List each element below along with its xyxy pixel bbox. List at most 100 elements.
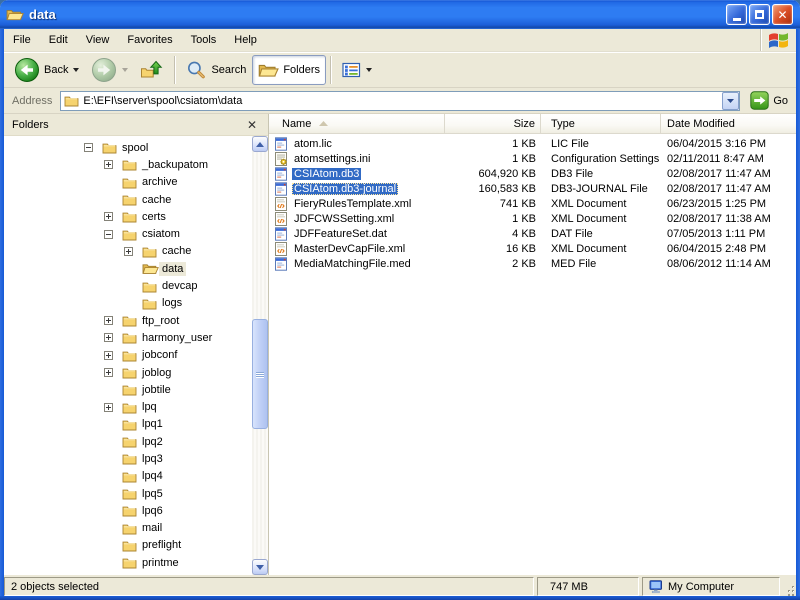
back-icon [14, 57, 40, 83]
file-row-JDFCWSSetting.xml[interactable]: JDFCWSSetting.xml1 KBXML Document02/08/2… [269, 211, 796, 226]
file-row-MasterDevCapFile.xml[interactable]: MasterDevCapFile.xml16 KBXML Document06/… [269, 241, 796, 256]
expand-icon[interactable] [124, 247, 142, 256]
menu-item-edit[interactable]: Edit [40, 31, 77, 49]
tree-item-lpq6[interactable]: lpq6 [4, 502, 252, 519]
expand-icon[interactable] [104, 333, 122, 342]
thumb-grip-icon [256, 371, 264, 378]
file-type: LIC File [541, 136, 661, 151]
tree-item-cache[interactable]: cache [4, 243, 252, 260]
address-label: Address [12, 95, 52, 107]
tree-item-printme[interactable]: printme [4, 554, 252, 571]
scrollbar-thumb[interactable] [252, 319, 268, 429]
views-dropdown-icon[interactable] [366, 68, 372, 72]
tree-item-data[interactable]: data [4, 260, 252, 277]
title-bar[interactable]: data ✕ [0, 0, 800, 29]
tree-item-lpq1[interactable]: lpq1 [4, 416, 252, 433]
column-header-date[interactable]: Date Modified [661, 114, 796, 134]
file-date: 02/11/2011 8:47 AM [661, 151, 796, 166]
scroll-down-button[interactable] [252, 559, 268, 575]
file-row-atom.lic[interactable]: atom.lic1 KBLIC File06/04/2015 3:16 PM [269, 136, 796, 151]
file-list: atom.lic1 KBLIC File06/04/2015 3:16 PMat… [269, 136, 796, 271]
expand-icon[interactable] [104, 403, 122, 412]
tree-item-csiatom[interactable]: csiatom [4, 225, 252, 242]
file-row-CSIAtom.db3[interactable]: CSIAtom.db3604,920 KBDB3 File02/08/2017 … [269, 166, 796, 181]
folder-icon [122, 210, 139, 223]
scroll-up-icon [256, 142, 264, 147]
tree-item-_backupatom[interactable]: _backupatom [4, 156, 252, 173]
tree-item-jobconf[interactable]: jobconf [4, 347, 252, 364]
folder-icon [122, 452, 139, 465]
collapse-icon[interactable] [84, 143, 102, 152]
go-button[interactable]: Go [746, 89, 792, 113]
column-header-size[interactable]: Size [445, 114, 541, 134]
forward-button[interactable] [85, 55, 134, 85]
tree-item-harmony_user[interactable]: harmony_user [4, 329, 252, 346]
go-arrow-icon [750, 91, 769, 110]
file-size: 1 KB [445, 211, 541, 226]
tree-item-devcap[interactable]: devcap [4, 277, 252, 294]
close-panel-icon[interactable]: ✕ [244, 118, 260, 132]
file-row-MediaMatchingFile.med[interactable]: MediaMatchingFile.med2 KBMED File08/06/2… [269, 256, 796, 271]
menu-item-tools[interactable]: Tools [182, 31, 226, 49]
folder-icon [122, 435, 139, 448]
file-row-JDFFeatureSet.dat[interactable]: JDFFeatureSet.dat4 KBDAT File07/05/2013 … [269, 226, 796, 241]
chevron-down-icon [726, 98, 735, 104]
file-name: CSIAtom.db3 [292, 168, 361, 180]
generic-file-icon [273, 181, 289, 196]
scroll-up-button[interactable] [252, 136, 268, 152]
up-button[interactable] [134, 55, 170, 85]
address-input[interactable]: E:\EFI\server\spool\csiatom\data [60, 91, 740, 111]
back-dropdown-icon[interactable] [73, 68, 79, 72]
file-row-FieryRulesTemplate.xml[interactable]: FieryRulesTemplate.xml741 KBXML Document… [269, 196, 796, 211]
search-button[interactable]: Search [180, 55, 252, 85]
column-header-size-label: Size [514, 118, 535, 130]
tree-item-cache[interactable]: cache [4, 191, 252, 208]
file-list-panel: Name Size Type Date Modified atom.lic1 K… [269, 114, 796, 575]
tree-item-lpq2[interactable]: lpq2 [4, 433, 252, 450]
tree-item-archive[interactable]: archive [4, 174, 252, 191]
forward-icon [91, 57, 117, 83]
expand-icon[interactable] [104, 351, 122, 360]
expand-icon[interactable] [104, 368, 122, 377]
address-path: E:\EFI\server\spool\csiatom\data [83, 95, 722, 107]
minimize-button[interactable] [726, 4, 747, 25]
tree-item-jobtile[interactable]: jobtile [4, 381, 252, 398]
folders-panel-header: Folders ✕ [4, 114, 268, 136]
tree-item-mail[interactable]: mail [4, 520, 252, 537]
sort-ascending-icon [319, 121, 328, 126]
tree-item-lpq5[interactable]: lpq5 [4, 485, 252, 502]
file-row-CSIAtom.db3-journal[interactable]: CSIAtom.db3-journal160,583 KBDB3-JOURNAL… [269, 181, 796, 196]
menu-item-file[interactable]: File [4, 31, 40, 49]
tree-item-label: certs [139, 210, 169, 224]
folder-icon [122, 383, 139, 396]
expand-icon[interactable] [104, 160, 122, 169]
collapse-icon[interactable] [104, 230, 122, 239]
tree-item-spool[interactable]: spool [4, 139, 252, 156]
address-dropdown-button[interactable] [722, 92, 739, 110]
tree-item-label: jobconf [139, 348, 180, 362]
menu-item-view[interactable]: View [77, 31, 119, 49]
tree-item-lpq[interactable]: lpq [4, 398, 252, 415]
maximize-button[interactable] [749, 4, 770, 25]
tree-scrollbar[interactable] [252, 136, 268, 575]
tree-item-lpq3[interactable]: lpq3 [4, 450, 252, 467]
tree-item-label: data [159, 262, 186, 276]
expand-icon[interactable] [104, 316, 122, 325]
tree-item-logs[interactable]: logs [4, 295, 252, 312]
back-button[interactable]: Back [8, 55, 85, 85]
tree-item-certs[interactable]: certs [4, 208, 252, 225]
column-header-type[interactable]: Type [541, 114, 661, 134]
menu-item-help[interactable]: Help [225, 31, 266, 49]
tree-item-ftp_root[interactable]: ftp_root [4, 312, 252, 329]
column-header-name[interactable]: Name [269, 114, 445, 134]
folders-button[interactable]: Folders [252, 55, 326, 85]
resize-grip[interactable] [783, 577, 796, 596]
tree-item-preflight[interactable]: preflight [4, 537, 252, 554]
tree-item-lpq4[interactable]: lpq4 [4, 468, 252, 485]
tree-item-joblog[interactable]: joblog [4, 364, 252, 381]
close-button[interactable]: ✕ [772, 4, 793, 25]
expand-icon[interactable] [104, 212, 122, 221]
views-button[interactable] [336, 55, 378, 85]
file-row-atomsettings.ini[interactable]: atomsettings.ini1 KBConfiguration Settin… [269, 151, 796, 166]
menu-item-favorites[interactable]: Favorites [118, 31, 181, 49]
